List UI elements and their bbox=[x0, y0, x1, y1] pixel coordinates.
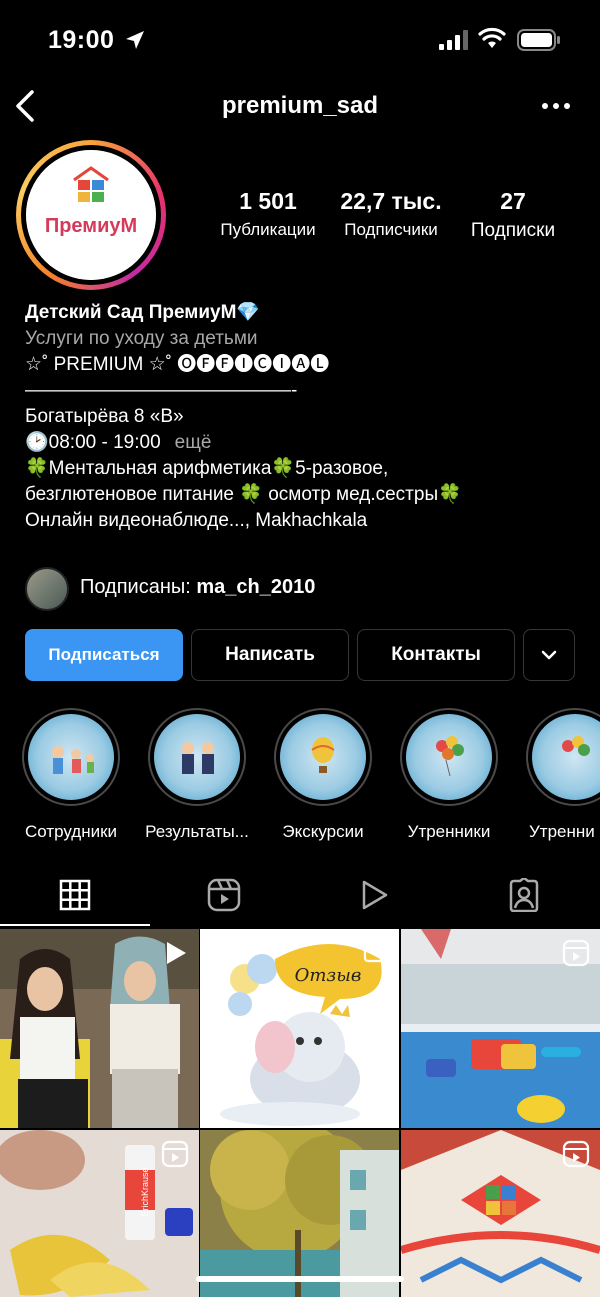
stat-following-value: 27 bbox=[500, 188, 526, 214]
highlight-excursions-thumb bbox=[280, 714, 366, 800]
back-chevron-icon[interactable] bbox=[12, 88, 42, 124]
post-review-text: Отзыв bbox=[295, 965, 362, 986]
bio-divider: ——————————————- bbox=[25, 380, 298, 401]
highlight-matinees-label: Утренники bbox=[407, 822, 491, 841]
followed-by-prefix: Подписаны: bbox=[80, 576, 197, 598]
bio-hours: 🕑08:00 - 19:00 bbox=[25, 432, 161, 453]
stat-following[interactable]: 27 Подписки bbox=[458, 188, 568, 242]
wifi-icon bbox=[478, 27, 506, 48]
stat-posts[interactable]: 1 501 Публикации bbox=[206, 188, 330, 240]
highlight-matinees-2-thumb bbox=[532, 714, 600, 800]
message-button[interactable]: Написать bbox=[191, 629, 349, 681]
chevron-down-icon bbox=[541, 650, 557, 660]
tagged-person-icon bbox=[509, 878, 539, 912]
profile-avatar: ПремиуМ bbox=[26, 150, 156, 280]
bio-address: Богатырёва 8 «В» bbox=[25, 406, 184, 427]
bio-line-b: безглютеновое питание 🍀 осмотр мед.сестр… bbox=[25, 484, 462, 505]
highlight-matinees[interactable]: Утренники bbox=[399, 708, 499, 841]
active-tab-indicator bbox=[0, 924, 150, 926]
profile-username: premium_sad bbox=[221, 92, 379, 119]
battery-icon bbox=[517, 29, 560, 51]
cellular-signal-icon bbox=[439, 30, 468, 50]
post-thumbnail-4[interactable]: ErichKrause bbox=[0, 1130, 199, 1297]
stat-followers[interactable]: 22,7 тыс. Подписчики bbox=[330, 188, 452, 240]
bio-line-a: 🍀Ментальная арифметика🍀5-разовое, bbox=[25, 458, 389, 479]
reels-post-icon bbox=[562, 939, 590, 967]
bio-more-link[interactable]: ещё bbox=[175, 432, 212, 453]
tab-videos[interactable] bbox=[299, 874, 449, 916]
premium-logo-icon: ПремиуМ bbox=[26, 150, 156, 280]
post-image-autumn-tree bbox=[200, 1130, 399, 1297]
highlight-excursions[interactable]: Экскурсии bbox=[273, 708, 373, 841]
tab-tagged[interactable] bbox=[449, 874, 599, 916]
more-options-icon[interactable] bbox=[540, 100, 572, 112]
reels-post-icon bbox=[161, 1140, 189, 1168]
reels-icon bbox=[207, 878, 241, 912]
highlight-matinees-2[interactable]: Утренни bbox=[525, 708, 600, 841]
highlight-results[interactable]: Результаты... bbox=[145, 708, 249, 841]
highlight-matinees-2-label: Утренни bbox=[529, 822, 595, 841]
tab-reels[interactable] bbox=[149, 874, 299, 916]
reels-post-icon bbox=[562, 1140, 590, 1168]
bio-hours-row: 🕑08:00 - 19:00 ещё bbox=[25, 430, 585, 456]
profile-bio: Детский Сад ПремиуМ💎 Услуги по уходу за … bbox=[25, 300, 585, 534]
post-thumbnail-5[interactable] bbox=[200, 1130, 399, 1297]
glue-stick-label: ErichKrause bbox=[140, 1167, 150, 1216]
bio-line-premium: ☆˚ PREMIUM ☆˚ 🅞🅕🅕🅘🅒🅘🅐🅛 bbox=[25, 354, 330, 375]
grid-icon bbox=[59, 879, 91, 911]
follow-button[interactable]: Подписаться bbox=[25, 629, 183, 681]
status-time: 19:00 bbox=[48, 26, 115, 54]
post-thumbnail-3[interactable] bbox=[401, 929, 600, 1128]
home-indicator[interactable] bbox=[196, 1276, 404, 1282]
video-post-icon bbox=[167, 942, 186, 964]
profile-category: Услуги по уходу за детьми bbox=[25, 328, 258, 349]
stat-following-label: Подписки bbox=[470, 220, 556, 241]
post-thumbnail-2[interactable]: Отзыв bbox=[200, 929, 399, 1128]
multiple-posts-icon bbox=[363, 941, 385, 963]
highlight-staff[interactable]: Сотрудники bbox=[21, 708, 121, 841]
profile-display-name: Детский Сад ПремиуМ💎 bbox=[25, 302, 261, 323]
tab-grid[interactable] bbox=[0, 874, 150, 916]
followed-by-text[interactable]: Подписаны: ma_ch_2010 bbox=[80, 576, 315, 599]
avatar-logo-text: ПремиуМ bbox=[45, 215, 137, 237]
stat-posts-label: Публикации bbox=[220, 220, 316, 239]
highlight-results-thumb bbox=[154, 714, 240, 800]
stat-followers-value: 22,7 тыс. bbox=[340, 188, 442, 214]
highlight-staff-thumb bbox=[28, 714, 114, 800]
followed-by-user[interactable]: ma_ch_2010 bbox=[196, 576, 315, 598]
location-arrow-icon bbox=[126, 31, 144, 49]
stat-posts-value: 1 501 bbox=[239, 188, 297, 214]
contacts-button[interactable]: Контакты bbox=[357, 629, 515, 681]
status-bar: 19:00 bbox=[0, 0, 600, 80]
bio-line-c[interactable]: Онлайн видеонаблюде..., Makhachkala bbox=[25, 508, 585, 534]
highlight-matinees-thumb bbox=[406, 714, 492, 800]
video-play-icon bbox=[362, 880, 388, 910]
highlight-results-label: Результаты... bbox=[145, 822, 249, 841]
post-thumbnail-1[interactable] bbox=[0, 929, 199, 1128]
highlight-staff-label: Сотрудники bbox=[24, 822, 118, 841]
suggested-dropdown-button[interactable] bbox=[523, 629, 575, 681]
post-thumbnail-6[interactable] bbox=[401, 1130, 600, 1297]
highlight-excursions-label: Экскурсии bbox=[282, 822, 364, 841]
stat-followers-label: Подписчики bbox=[344, 220, 438, 239]
profile-avatar-story-ring[interactable]: ПремиуМ bbox=[16, 140, 166, 290]
followed-by-avatar[interactable] bbox=[25, 567, 69, 611]
